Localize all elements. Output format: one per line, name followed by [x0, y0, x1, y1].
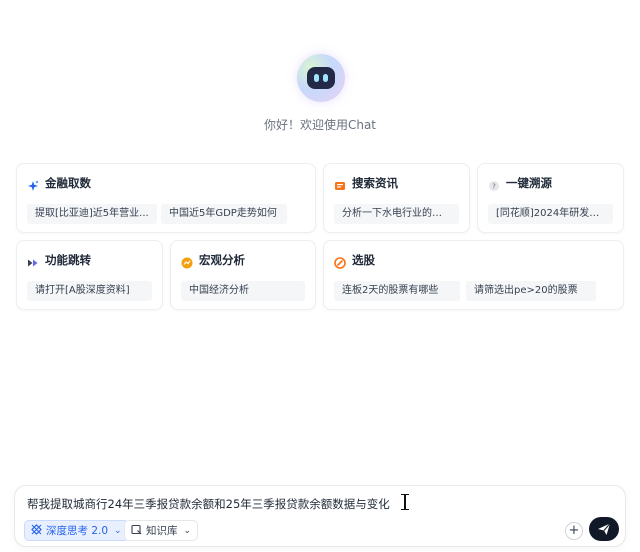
card-title: 功能跳转 [45, 253, 91, 267]
card-finance[interactable]: 金融取数 提取[比亚迪]近5年营业... 中国近5年GDP走势如何 [16, 163, 316, 233]
card-trace[interactable]: ? 一键溯源 [同花顺]2024年研发投入 [477, 163, 624, 233]
suggestion-chip[interactable]: 提取[比亚迪]近5年营业... [27, 204, 157, 224]
newspaper-icon [334, 177, 346, 190]
robot-face-icon [307, 67, 335, 89]
deep-think-label: 深度思考 2.0 [46, 525, 109, 537]
card-title: 宏观分析 [199, 253, 245, 267]
sparkle-icon [27, 177, 39, 191]
card-title: 金融取数 [45, 176, 91, 190]
send-button[interactable] [589, 517, 619, 541]
welcome-text: 你好！欢迎使用Chat [263, 118, 377, 132]
card-title: 一键溯源 [506, 176, 552, 190]
text-cursor-icon [401, 494, 409, 510]
knowledge-base-icon [131, 524, 142, 538]
chevron-down-icon: ⌄ [114, 525, 122, 536]
deep-think-toggle[interactable]: 深度思考 2.0 ⌄ [24, 520, 129, 541]
suggestion-chip[interactable]: [同花顺]2024年研发投入 [488, 204, 613, 224]
card-news[interactable]: 搜索资讯 分析一下水电行业的发... [323, 163, 470, 233]
chevron-down-icon: ⌄ [183, 525, 192, 536]
chat-bot-avatar [297, 54, 345, 102]
suggestion-chip[interactable]: 请筛选出pe>20的股票 [466, 281, 596, 301]
forward-icon [27, 254, 39, 267]
card-macro[interactable]: 宏观分析 中国经济分析 [170, 240, 316, 310]
macro-icon [181, 254, 193, 269]
svg-text:?: ? [492, 183, 496, 191]
chat-input-box[interactable]: 帮我提取城商行24年三季报贷款余额和25年三季报贷款余额数据与变化 深度思考 2… [14, 485, 626, 547]
stock-picker-icon [334, 254, 346, 269]
suggestion-chip[interactable]: 请打开[A股深度资料] [27, 281, 152, 301]
knowledge-base-label: 知识库 [146, 525, 178, 537]
suggestion-chip[interactable]: 分析一下水电行业的发... [334, 204, 459, 224]
card-stock[interactable]: 选股 连板2天的股票有哪些 请筛选出pe>20的股票 [323, 240, 624, 310]
source-icon: ? [488, 177, 500, 191]
suggestion-chip[interactable]: 中国经济分析 [181, 281, 305, 301]
add-attachment-button[interactable]: + [565, 522, 583, 540]
chat-input[interactable]: 帮我提取城商行24年三季报贷款余额和25年三季报贷款余额数据与变化 [27, 496, 390, 512]
send-icon [589, 523, 619, 545]
suggestion-chip[interactable]: 连板2天的股票有哪些 [334, 281, 460, 301]
card-title: 选股 [352, 253, 375, 267]
card-jump[interactable]: 功能跳转 请打开[A股深度资料] [16, 240, 163, 310]
suggestion-chip[interactable]: 中国近5年GDP走势如何 [161, 204, 287, 224]
deep-think-icon [31, 523, 42, 538]
card-title: 搜索资讯 [352, 176, 398, 190]
knowledge-base-button[interactable]: 知识库 ⌄ [124, 520, 199, 541]
